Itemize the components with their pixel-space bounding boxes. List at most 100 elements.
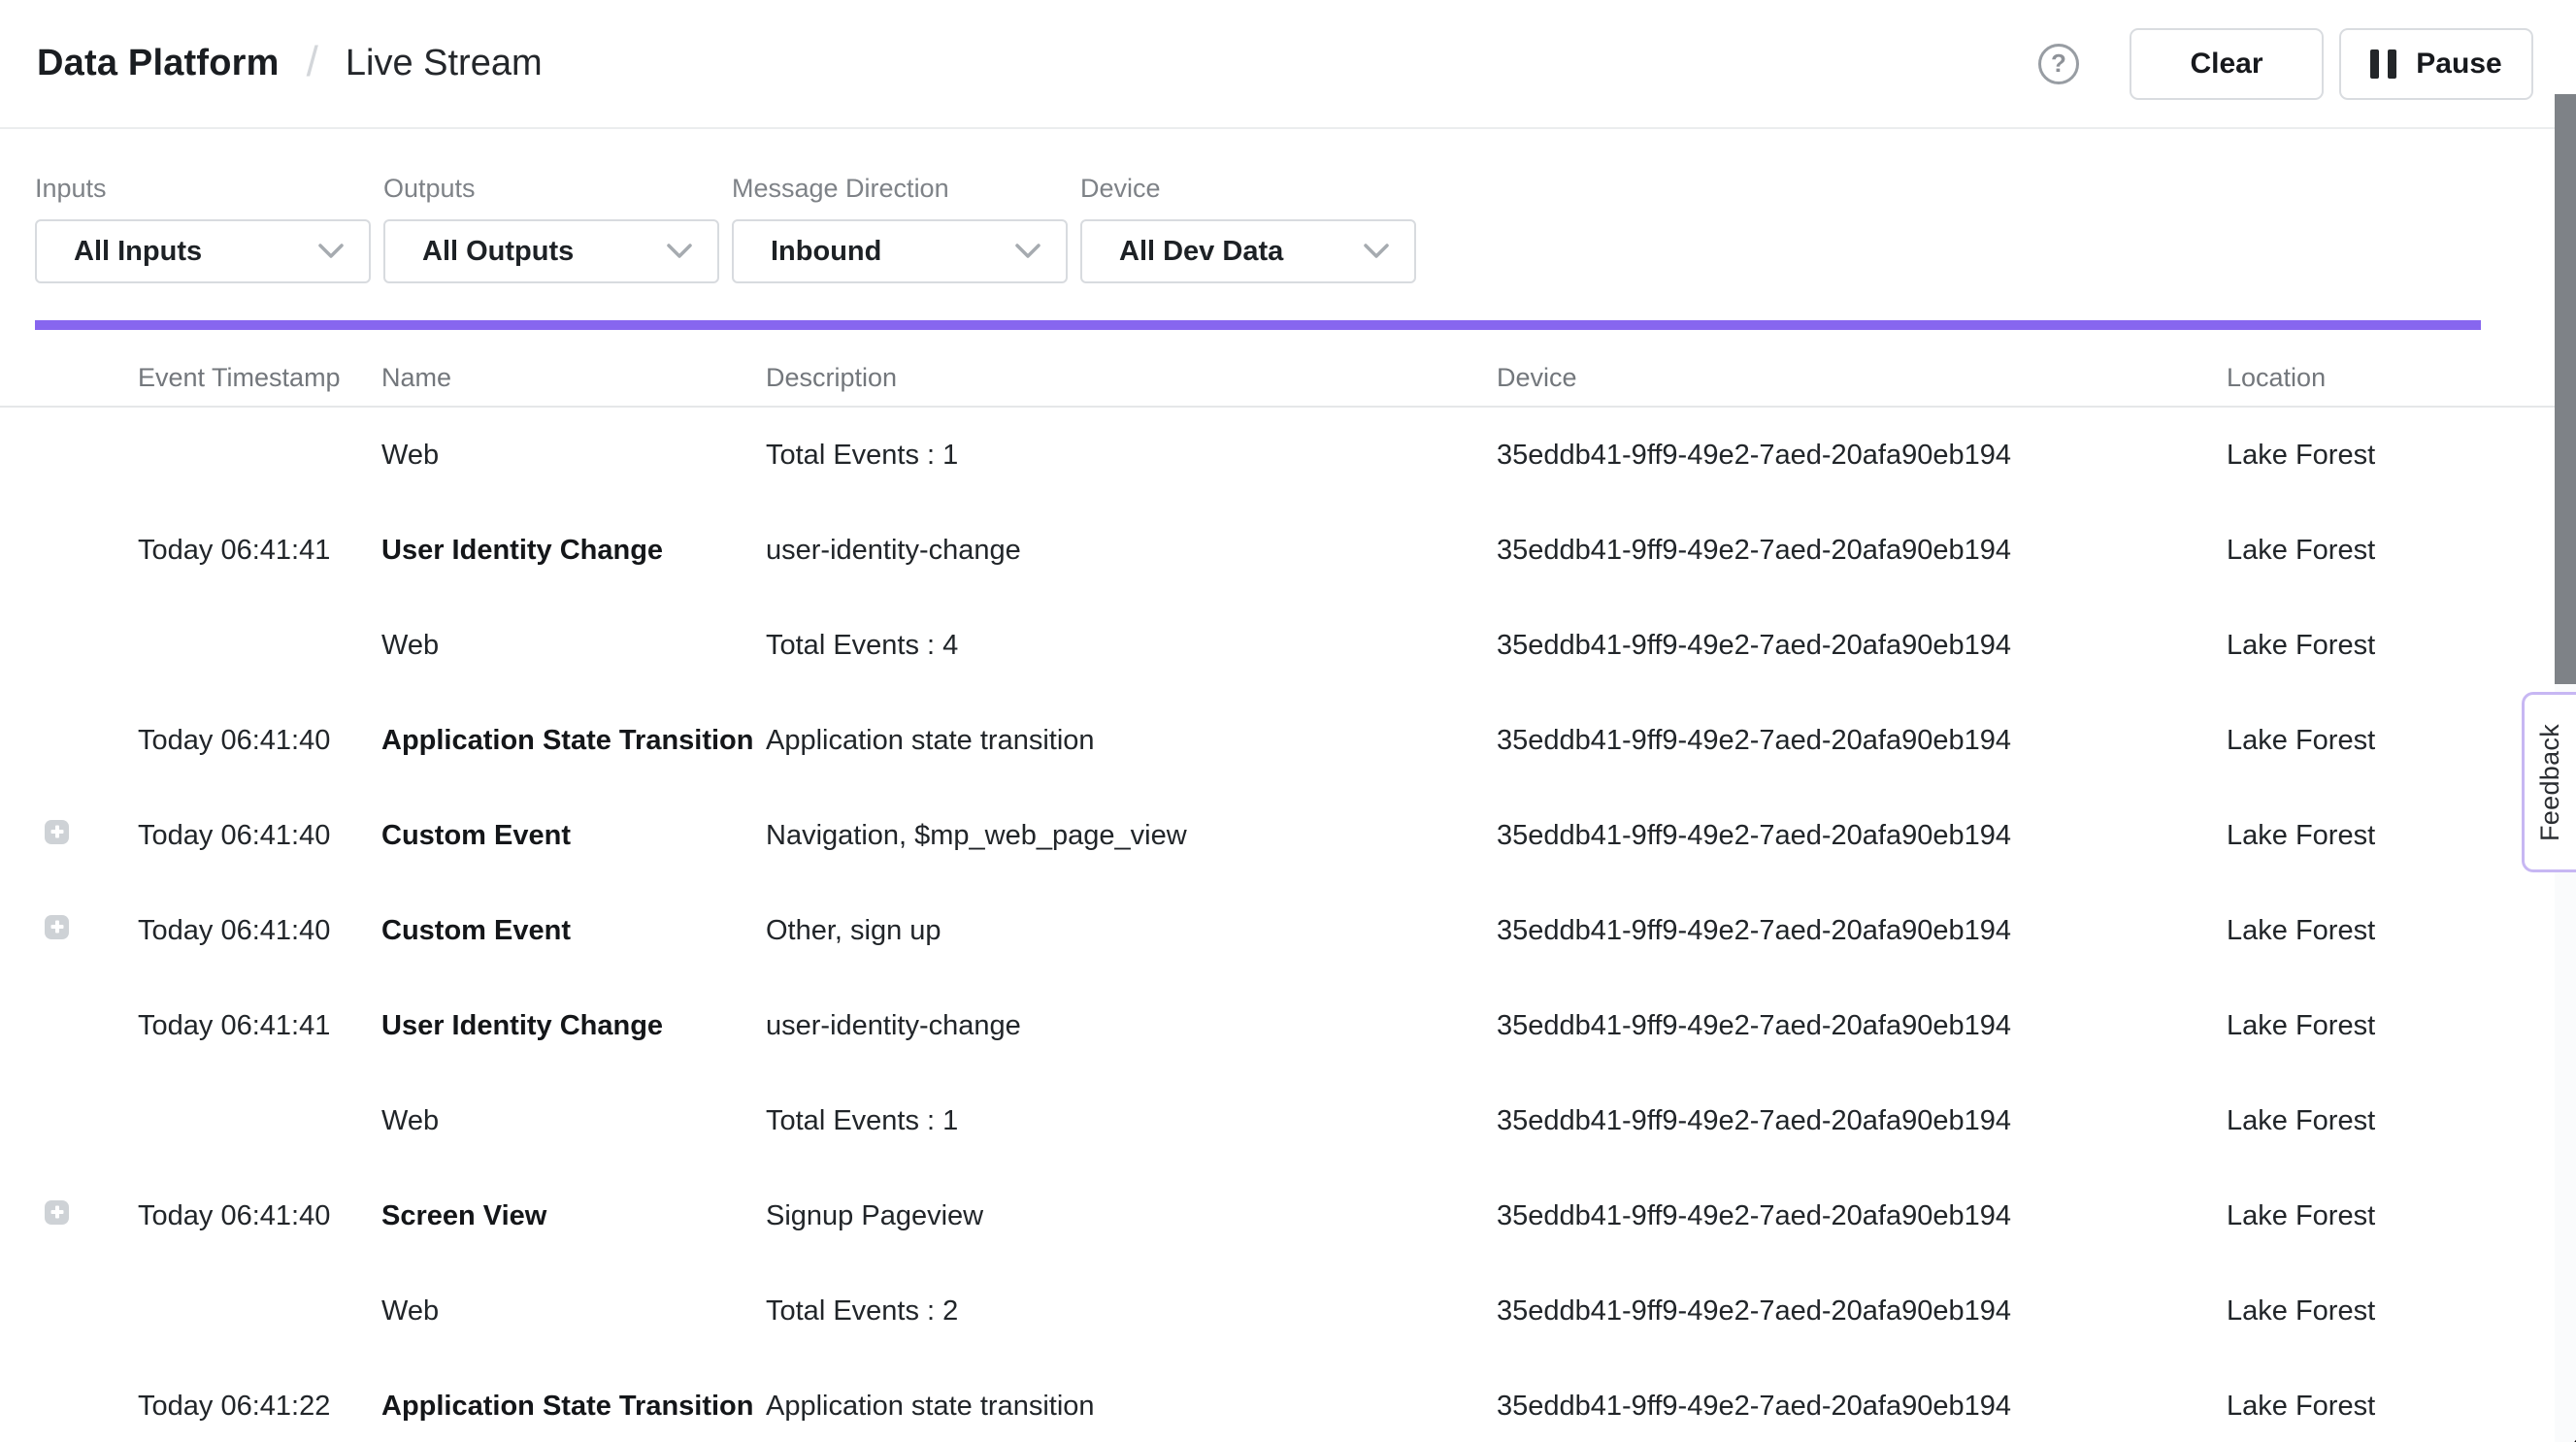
expand-row-button[interactable] [45, 820, 69, 844]
filter-bar: Inputs All Inputs Outputs All Outputs Me… [0, 174, 2576, 283]
event-location-cell: Lake Forest [2227, 915, 2576, 947]
header-device: Device [1497, 363, 2227, 393]
chevron-down-icon [1364, 244, 1389, 259]
table-row[interactable]: Today 06:41:40 Screen View Signup Pagevi… [0, 1168, 2576, 1263]
live-stream-page: Data Platform / Live Stream ? Clear Paus… [0, 0, 2576, 1442]
chevron-down-icon [1015, 244, 1040, 259]
breadcrumb: Data Platform / Live Stream [37, 40, 543, 88]
page-title: Live Stream [346, 43, 543, 84]
event-description-cell: Total Events : 4 [766, 630, 1497, 662]
pause-icon [2370, 49, 2396, 79]
event-name-cell: Screen View [381, 1200, 766, 1232]
event-location-cell: Lake Forest [2227, 1200, 2576, 1232]
table-row[interactable]: Web Total Events : 2 35eddb41-9ff9-49e2-… [0, 1263, 2576, 1359]
table-header-row: Event Timestamp Name Description Device … [0, 330, 2576, 408]
event-name-cell: Web [381, 1105, 766, 1137]
table-row[interactable]: Web Total Events : 1 35eddb41-9ff9-49e2-… [0, 1073, 2576, 1168]
event-description-cell: Application state transition [766, 725, 1497, 757]
table-row[interactable]: Web Total Events : 4 35eddb41-9ff9-49e2-… [0, 598, 2576, 693]
expand-row-button[interactable] [45, 915, 69, 939]
event-name-cell: Custom Event [381, 915, 766, 947]
filter-message-direction: Message Direction Inbound [732, 174, 1068, 283]
event-device-cell: 35eddb41-9ff9-49e2-7aed-20afa90eb194 [1497, 1295, 2227, 1327]
chevron-down-icon [318, 244, 344, 259]
table-row[interactable]: Today 06:41:40 Custom Event Other, sign … [0, 883, 2576, 978]
event-device-cell: 35eddb41-9ff9-49e2-7aed-20afa90eb194 [1497, 1200, 2227, 1232]
event-name-cell: Web [381, 1295, 766, 1327]
feedback-tab[interactable]: Feedback [2522, 692, 2576, 872]
device-dropdown[interactable]: All Dev Data [1080, 219, 1416, 283]
event-name-cell: Application State Transition [381, 725, 766, 757]
event-name-cell: User Identity Change [381, 1010, 766, 1042]
outputs-dropdown[interactable]: All Outputs [383, 219, 719, 283]
event-description-cell: Application state transition [766, 1391, 1497, 1423]
filter-device: Device All Dev Data [1080, 174, 1416, 283]
event-location-cell: Lake Forest [2227, 1391, 2576, 1423]
event-location-cell: Lake Forest [2227, 630, 2576, 662]
event-location-cell: Lake Forest [2227, 1105, 2576, 1137]
message-direction-dropdown[interactable]: Inbound [732, 219, 1068, 283]
event-location-cell: Lake Forest [2227, 1010, 2576, 1042]
header-actions: ? Clear Pause [2038, 28, 2533, 100]
event-device-cell: 35eddb41-9ff9-49e2-7aed-20afa90eb194 [1497, 820, 2227, 852]
header-name: Name [381, 363, 766, 393]
event-timestamp-cell: Today 06:41:22 [138, 1391, 381, 1423]
filter-inputs-label: Inputs [35, 174, 371, 204]
event-device-cell: 35eddb41-9ff9-49e2-7aed-20afa90eb194 [1497, 725, 2227, 757]
event-location-cell: Lake Forest [2227, 535, 2576, 567]
event-description-cell: Signup Pageview [766, 1200, 1497, 1232]
breadcrumb-separator-icon: / [307, 38, 318, 86]
event-description-cell: user-identity-change [766, 1010, 1497, 1042]
event-device-cell: 35eddb41-9ff9-49e2-7aed-20afa90eb194 [1497, 630, 2227, 662]
vertical-scrollbar-thumb[interactable] [2555, 94, 2576, 684]
filter-inputs: Inputs All Inputs [35, 174, 371, 283]
event-location-cell: Lake Forest [2227, 1295, 2576, 1327]
header-description: Description [766, 363, 1497, 393]
table-row[interactable]: Today 06:41:40 Application State Transit… [0, 693, 2576, 788]
table-row[interactable]: Web Total Events : 1 35eddb41-9ff9-49e2-… [0, 408, 2576, 503]
device-dropdown-value: All Dev Data [1119, 236, 1283, 268]
filter-outputs-label: Outputs [383, 174, 719, 204]
event-description-cell: Total Events : 2 [766, 1295, 1497, 1327]
event-timestamp-cell: Today 06:41:40 [138, 915, 381, 947]
event-description-cell: Navigation, $mp_web_page_view [766, 820, 1497, 852]
event-description-cell: Total Events : 1 [766, 440, 1497, 472]
event-timestamp-cell: Today 06:41:40 [138, 820, 381, 852]
pause-button[interactable]: Pause [2339, 28, 2533, 100]
event-timestamp-cell: Today 06:41:40 [138, 1200, 381, 1232]
table-row[interactable]: Today 06:41:22 Application State Transit… [0, 1359, 2576, 1442]
event-timestamp-cell: Today 06:41:40 [138, 725, 381, 757]
feedback-tab-label: Feedback [2535, 724, 2565, 841]
outputs-dropdown-value: All Outputs [422, 236, 574, 268]
expand-row-button[interactable] [45, 1200, 69, 1225]
clear-button[interactable]: Clear [2130, 28, 2324, 100]
event-device-cell: 35eddb41-9ff9-49e2-7aed-20afa90eb194 [1497, 1105, 2227, 1137]
event-name-cell: Web [381, 630, 766, 662]
event-device-cell: 35eddb41-9ff9-49e2-7aed-20afa90eb194 [1497, 1391, 2227, 1423]
filter-outputs: Outputs All Outputs [383, 174, 719, 283]
event-timestamp-cell: Today 06:41:41 [138, 535, 381, 567]
stream-progress-bar [35, 320, 2481, 330]
table-row[interactable]: Today 06:41:41 User Identity Change user… [0, 978, 2576, 1073]
event-device-cell: 35eddb41-9ff9-49e2-7aed-20afa90eb194 [1497, 535, 2227, 567]
table-row[interactable]: Today 06:41:41 User Identity Change user… [0, 503, 2576, 598]
event-device-cell: 35eddb41-9ff9-49e2-7aed-20afa90eb194 [1497, 1010, 2227, 1042]
event-description-cell: Other, sign up [766, 915, 1497, 947]
event-device-cell: 35eddb41-9ff9-49e2-7aed-20afa90eb194 [1497, 915, 2227, 947]
event-description-cell: user-identity-change [766, 535, 1497, 567]
breadcrumb-data-platform[interactable]: Data Platform [37, 43, 280, 84]
event-timestamp-cell: Today 06:41:41 [138, 1010, 381, 1042]
event-rows: Web Total Events : 1 35eddb41-9ff9-49e2-… [0, 408, 2576, 1442]
chevron-down-icon [667, 244, 692, 259]
inputs-dropdown-value: All Inputs [74, 236, 202, 268]
event-device-cell: 35eddb41-9ff9-49e2-7aed-20afa90eb194 [1497, 440, 2227, 472]
event-name-cell: Custom Event [381, 820, 766, 852]
inputs-dropdown[interactable]: All Inputs [35, 219, 371, 283]
table-row[interactable]: Today 06:41:40 Custom Event Navigation, … [0, 788, 2576, 883]
event-description-cell: Total Events : 1 [766, 1105, 1497, 1137]
filter-device-label: Device [1080, 174, 1416, 204]
filter-message-direction-label: Message Direction [732, 174, 1068, 204]
message-direction-dropdown-value: Inbound [771, 236, 881, 268]
help-icon[interactable]: ? [2038, 44, 2079, 84]
event-name-cell: Web [381, 440, 766, 472]
